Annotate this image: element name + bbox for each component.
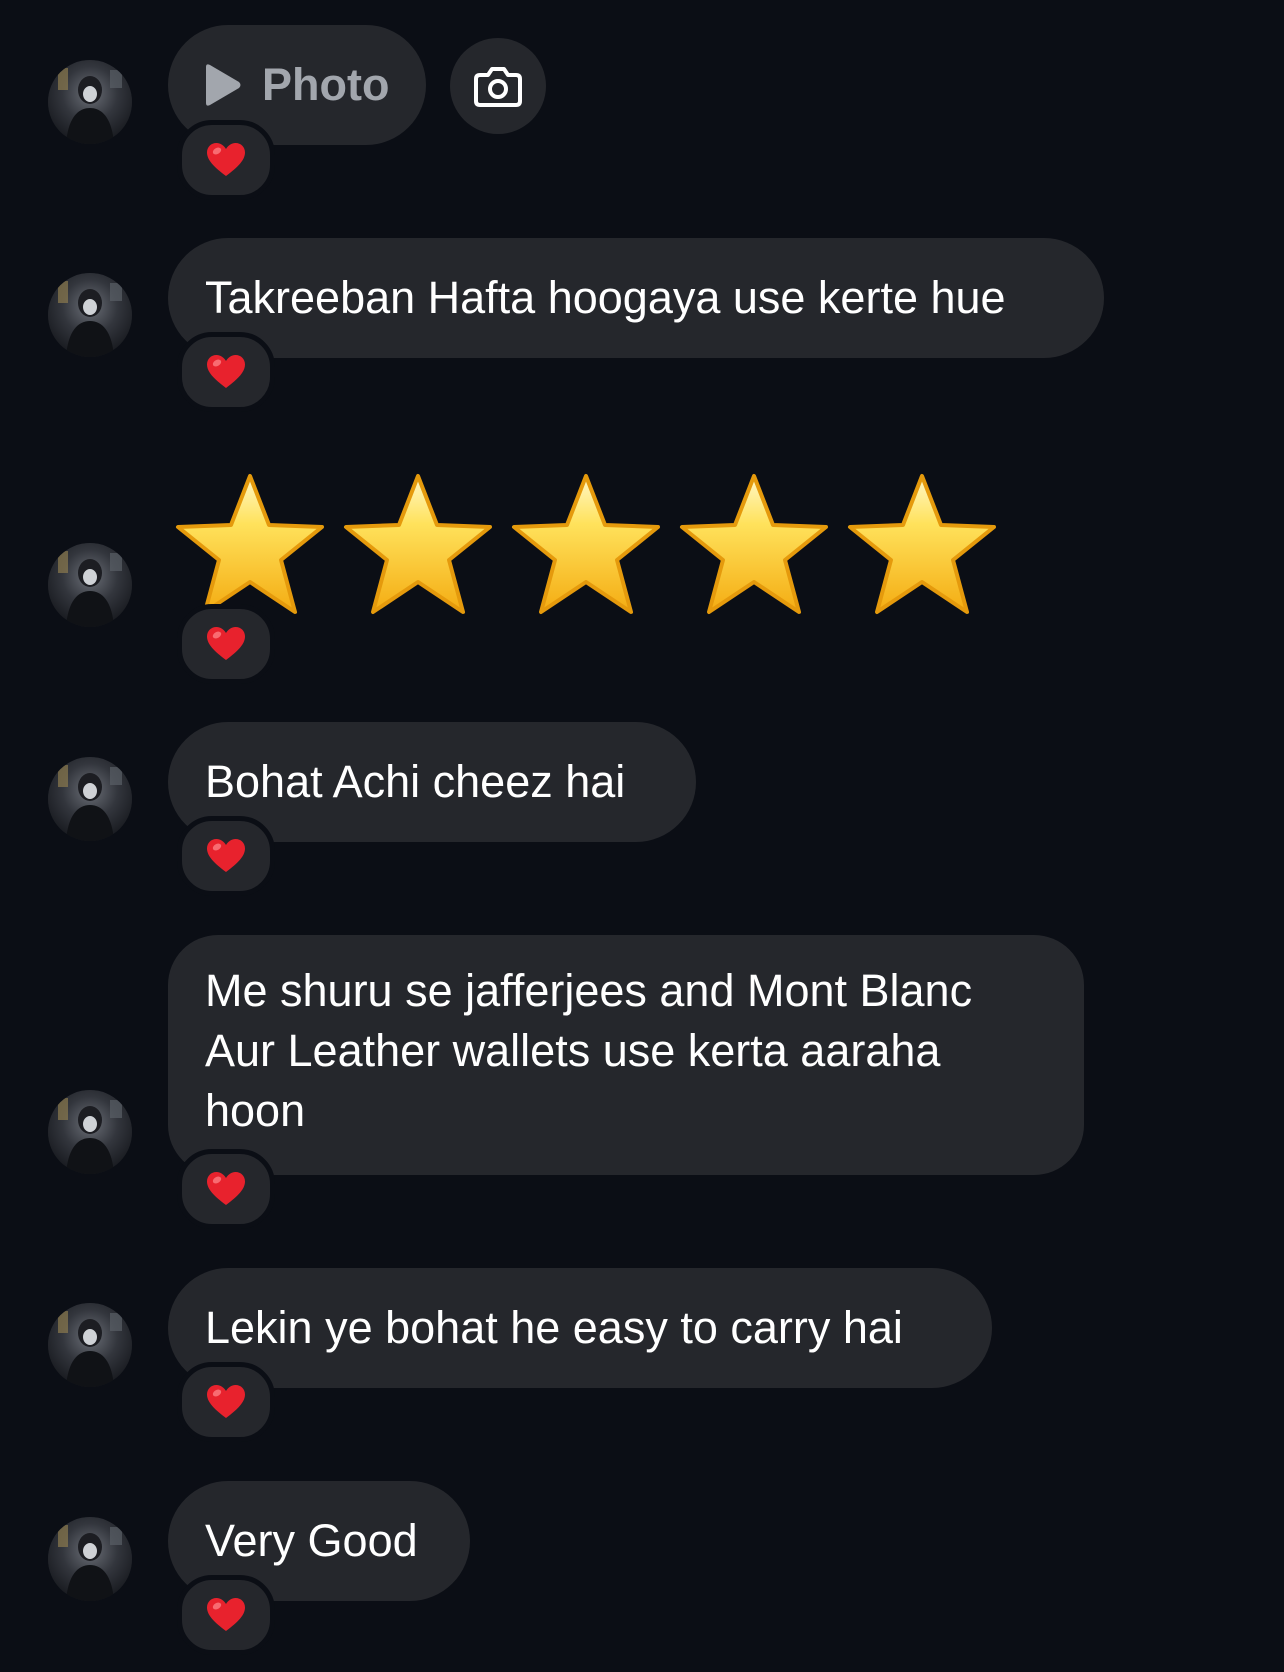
heart-icon [206, 838, 246, 874]
message-text: Me shuru se jafferjees and Mont Blanc Au… [205, 965, 973, 1136]
heart-icon [206, 626, 246, 662]
heart-reaction[interactable] [177, 816, 275, 896]
avatar[interactable] [48, 1303, 132, 1387]
message-bubble[interactable]: Lekin ye bohat he easy to carry hai [168, 1268, 992, 1388]
camera-icon [474, 67, 522, 107]
star-icon [674, 470, 834, 620]
heart-reaction[interactable] [177, 1149, 275, 1229]
star-icon [842, 470, 1002, 620]
heart-reaction[interactable] [177, 1575, 275, 1655]
heart-icon [206, 1597, 246, 1633]
star-emoji-message[interactable] [170, 470, 1002, 620]
message-text: Takreeban Hafta hoogaya use kerte hue [205, 272, 1006, 323]
heart-icon [206, 1171, 246, 1207]
message-bubble[interactable]: Me shuru se jafferjees and Mont Blanc Au… [168, 935, 1084, 1175]
play-icon [206, 64, 241, 106]
photo-label: Photo [262, 59, 390, 110]
heart-reaction[interactable] [177, 332, 275, 412]
star-icon [506, 470, 666, 620]
star-icon [170, 470, 330, 620]
avatar[interactable] [48, 60, 132, 144]
avatar[interactable] [48, 543, 132, 627]
avatar[interactable] [48, 757, 132, 841]
avatar[interactable] [48, 273, 132, 357]
heart-icon [206, 142, 246, 178]
message-text: Very Good [205, 1515, 418, 1566]
message-text: Lekin ye bohat he easy to carry hai [205, 1302, 903, 1353]
heart-reaction[interactable] [177, 120, 275, 200]
camera-button[interactable] [450, 38, 546, 134]
avatar[interactable] [48, 1517, 132, 1601]
message-bubble[interactable]: Takreeban Hafta hoogaya use kerte hue [168, 238, 1104, 358]
avatar[interactable] [48, 1090, 132, 1174]
message-text: Bohat Achi cheez hai [205, 756, 626, 807]
heart-icon [206, 354, 246, 390]
heart-reaction[interactable] [177, 1362, 275, 1442]
star-icon [338, 470, 498, 620]
heart-reaction[interactable] [177, 604, 275, 684]
heart-icon [206, 1384, 246, 1420]
